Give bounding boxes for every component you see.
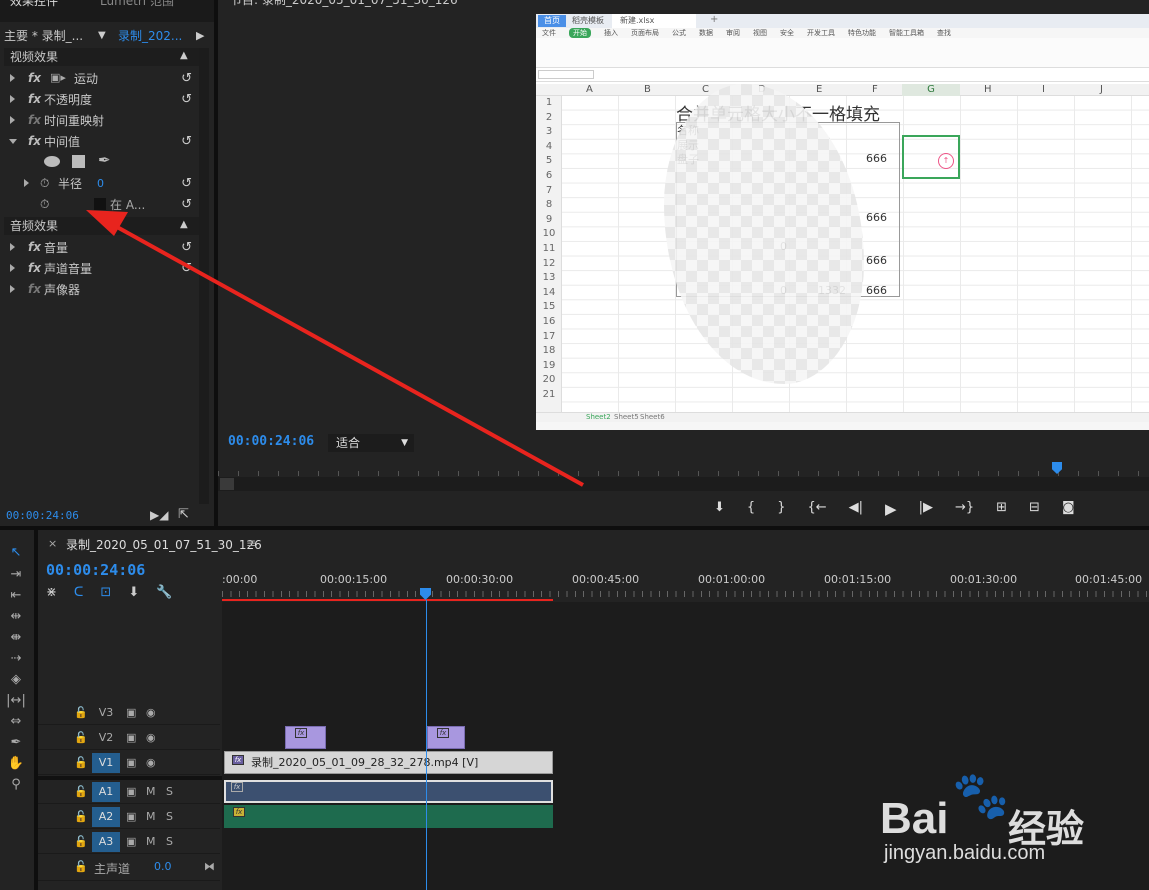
track-select-icon[interactable]: ⇥ bbox=[6, 566, 26, 584]
lock-icon[interactable]: 🔓 bbox=[74, 810, 88, 823]
lock-icon[interactable]: 🔓 bbox=[74, 785, 88, 798]
timeline-tools: ⋇ ᑕ ⊡ ⬇ 🔧 bbox=[46, 585, 172, 600]
track-select-fwd-icon[interactable]: ⇢ bbox=[6, 650, 26, 668]
ruler-label: 00:01:15:00 bbox=[824, 573, 892, 586]
fx-badge-icon: fx bbox=[232, 755, 244, 765]
solo-button[interactable]: S bbox=[166, 835, 173, 848]
slide-icon[interactable]: ⇔ bbox=[6, 713, 26, 731]
track-a2: 🔓 A2 ▣ M S bbox=[38, 805, 220, 829]
ripple-edit-icon[interactable]: ⇤ bbox=[6, 587, 26, 605]
sync-lock-icon[interactable]: ▣ bbox=[126, 785, 136, 798]
rolling-edit-icon[interactable]: ⇹ bbox=[6, 608, 26, 626]
paw-icon: 🐾 bbox=[952, 768, 1010, 822]
go-to-end-icon[interactable]: ⧓ bbox=[204, 860, 215, 873]
timeline-ruler[interactable]: :00:00 00:00:15:00 00:00:30:00 00:00:45:… bbox=[222, 570, 1149, 601]
mute-button[interactable]: M bbox=[146, 835, 156, 848]
track-master: 🔓 主声道 0.0 ⧓ bbox=[38, 855, 220, 881]
video-clip[interactable]: fx 录制_2020_05_01_09_28_32_278.mp4 [V] bbox=[224, 751, 553, 774]
marker-icon[interactable]: ⬇ bbox=[128, 585, 139, 600]
fx-badge-icon: fx bbox=[437, 728, 449, 738]
linked-select-icon[interactable]: ⊡ bbox=[100, 585, 111, 600]
ruler-label: 00:01:45:00 bbox=[1075, 573, 1143, 586]
fx-adjustment-clip[interactable]: fx bbox=[285, 726, 326, 749]
fx-badge-icon: fx bbox=[233, 807, 245, 817]
nest-icon[interactable]: ⋇ bbox=[46, 585, 57, 600]
sync-lock-icon[interactable]: ▣ bbox=[126, 706, 136, 719]
fx-adjustment-clip[interactable]: fx bbox=[427, 726, 465, 749]
mute-button[interactable]: M bbox=[146, 810, 156, 823]
menu-icon[interactable]: ≡ bbox=[246, 536, 256, 550]
fx-badge-icon: fx bbox=[295, 728, 307, 738]
track-v1: 🔓 V1 ▣ ◉ bbox=[38, 751, 220, 775]
wrench-icon[interactable]: 🔧 bbox=[156, 585, 172, 600]
lock-icon[interactable]: 🔓 bbox=[74, 756, 88, 769]
ruler-label: 00:01:00:00 bbox=[698, 573, 766, 586]
track-label[interactable]: V1 bbox=[92, 753, 120, 773]
ruler-label: 00:00:45:00 bbox=[572, 573, 640, 586]
zoom-icon[interactable]: ⚲ bbox=[6, 776, 26, 794]
track-label[interactable]: V2 bbox=[92, 728, 120, 748]
master-label: 主声道 bbox=[94, 862, 131, 876]
ruler-label: 00:00:15:00 bbox=[320, 573, 388, 586]
lock-icon[interactable]: 🔓 bbox=[74, 706, 88, 719]
sequence-name[interactable]: 录制_2020_05_01_07_51_30_126 bbox=[66, 536, 262, 553]
track-label[interactable]: A1 bbox=[92, 782, 120, 802]
work-area-bar[interactable] bbox=[222, 599, 553, 601]
master-value[interactable]: 0.0 bbox=[154, 860, 172, 873]
solo-button[interactable]: S bbox=[166, 810, 173, 823]
hand-icon[interactable]: ✋ bbox=[6, 755, 26, 773]
sync-lock-icon[interactable]: ▣ bbox=[126, 835, 136, 848]
track-v2: 🔓 V2 ▣ ◉ bbox=[38, 726, 220, 750]
close-icon[interactable]: × bbox=[48, 537, 57, 550]
lock-icon[interactable]: 🔓 bbox=[74, 860, 88, 873]
track-a1: 🔓 A1 ▣ M S bbox=[38, 780, 220, 804]
clip-name: 录制_2020_05_01_09_28_32_278.mp4 [V] bbox=[251, 756, 479, 769]
tools-panel: ↖ ⇥ ⇤ ⇹ ⇼ ⇢ ◈ |↔| ⇔ ✒ ✋ ⚲ bbox=[0, 530, 34, 890]
track-label[interactable]: A2 bbox=[92, 807, 120, 827]
sync-lock-icon[interactable]: ▣ bbox=[126, 731, 136, 744]
baidu-watermark: Bai 🐾 经验 jingyan.baidu.com bbox=[880, 768, 1140, 872]
track-v3: 🔓 V3 ▣ ◉ bbox=[38, 701, 220, 725]
audio-clip-a1[interactable]: fx bbox=[224, 780, 553, 803]
slip-icon[interactable]: |↔| bbox=[6, 692, 26, 710]
audio-clip-a2[interactable]: fx bbox=[224, 805, 553, 828]
ruler-label: :00:00 bbox=[222, 573, 258, 586]
playhead-line bbox=[426, 600, 427, 890]
eye-icon[interactable]: ◉ bbox=[146, 756, 156, 769]
pen-icon[interactable]: ✒ bbox=[6, 734, 26, 752]
selection-tool-icon[interactable]: ↖ bbox=[6, 544, 26, 562]
razor-icon[interactable]: ◈ bbox=[6, 671, 26, 689]
watermark-url: jingyan.baidu.com bbox=[884, 842, 1046, 864]
snap-icon[interactable]: ᑕ bbox=[74, 585, 84, 600]
fx-badge-icon: fx bbox=[231, 782, 243, 792]
rate-stretch-icon[interactable]: ⇼ bbox=[6, 629, 26, 647]
mute-button[interactable]: M bbox=[146, 785, 156, 798]
sync-lock-icon[interactable]: ▣ bbox=[126, 810, 136, 823]
solo-button[interactable]: S bbox=[166, 785, 173, 798]
ruler-label: 00:01:30:00 bbox=[950, 573, 1018, 586]
track-label[interactable]: A3 bbox=[92, 832, 120, 852]
eye-icon[interactable]: ◉ bbox=[146, 731, 156, 744]
timeline-timecode[interactable]: 00:00:24:06 bbox=[46, 561, 145, 579]
lock-icon[interactable]: 🔓 bbox=[74, 731, 88, 744]
track-label[interactable]: V3 bbox=[92, 703, 120, 723]
eye-icon[interactable]: ◉ bbox=[146, 706, 156, 719]
lock-icon[interactable]: 🔓 bbox=[74, 835, 88, 848]
track-a3: 🔓 A3 ▣ M S bbox=[38, 830, 220, 854]
sync-lock-icon[interactable]: ▣ bbox=[126, 756, 136, 769]
ruler-label: 00:00:30:00 bbox=[446, 573, 514, 586]
watermark-brand: Bai bbox=[880, 794, 949, 843]
